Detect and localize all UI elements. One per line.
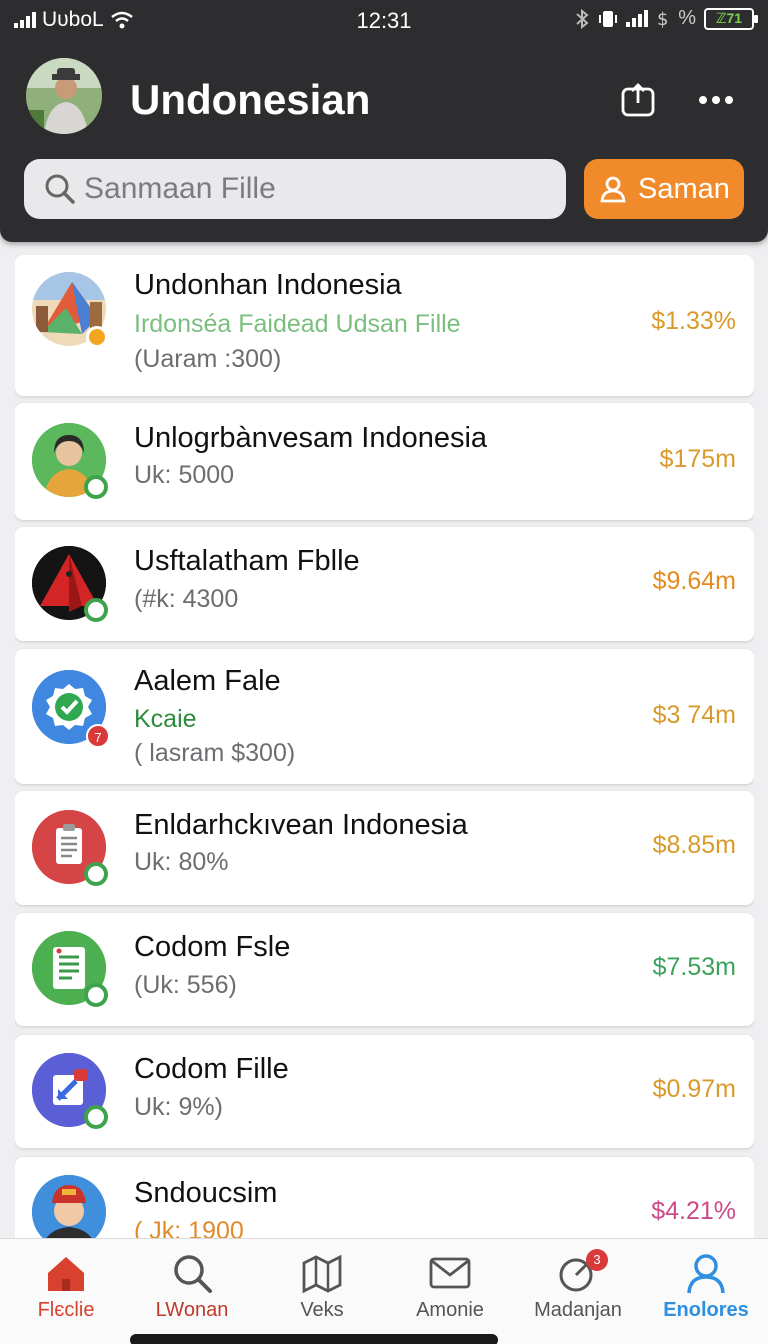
item-icon: 7 — [32, 670, 110, 748]
bottom-tab-bar: Flєclie LWonan Veks Amonie 3 Madanjan En… — [0, 1238, 768, 1344]
tab-label: Veks — [300, 1299, 344, 1321]
notification-badge: 7 — [86, 724, 110, 748]
item-title: Sndoucsim — [134, 1177, 278, 1209]
status-badge — [86, 326, 108, 348]
item-subtitle: Uk: 9%) — [134, 1093, 223, 1121]
item-title: Undonhan Indonesia — [134, 269, 402, 301]
tab-activity[interactable]: 3 Madanjan — [514, 1239, 642, 1344]
list-item[interactable]: Usftalatham Fblle (#k: 4300 $9.64m — [15, 527, 754, 641]
list-item[interactable]: Unlogrbànvesam Indonesia Uk: 5000 $175m — [15, 403, 754, 520]
item-price: $3 74m — [652, 701, 736, 729]
item-price: $8.85m — [652, 831, 736, 859]
search-icon — [45, 174, 75, 204]
tab-label: LWonan — [155, 1299, 229, 1321]
item-icon — [32, 931, 108, 1007]
profile-photo — [26, 58, 102, 134]
item-price: $175m — [659, 445, 736, 473]
saman-button-label: Saman — [638, 172, 730, 205]
tab-label: Enolores — [663, 1299, 749, 1321]
app-header: UᴜbᴏL 12:31 $ % ℤ71 Undonesian Sanmaan F… — [0, 0, 768, 242]
battery-icon: ℤ71 — [704, 7, 758, 30]
item-icon — [32, 546, 108, 622]
profile-icon — [687, 1254, 725, 1294]
tab-profile[interactable]: Enolores — [642, 1239, 768, 1344]
item-title: Unlogrbànvesam Indonesia — [134, 422, 488, 454]
status-bar: UᴜbᴏL 12:31 $ % ℤ71 — [0, 0, 768, 40]
home-icon — [48, 1257, 84, 1291]
item-title: Codom Fsle — [134, 931, 291, 963]
search-icon — [174, 1255, 212, 1293]
online-status-dot — [84, 983, 108, 1007]
tab-label: Madanjan — [534, 1299, 622, 1321]
tab-mail[interactable]: Amonie — [386, 1239, 514, 1344]
cartoon-avatar-icon — [32, 1175, 106, 1240]
battery-percent-glyph: % — [678, 7, 696, 29]
item-price: $7.53m — [652, 953, 736, 981]
item-icon — [32, 1175, 106, 1240]
item-subtitle: Irdonséa Faidead Udsan Fille — [134, 310, 461, 338]
item-meta: ( lasram $300) — [134, 739, 296, 767]
item-icon — [32, 810, 108, 886]
item-icon — [32, 423, 108, 499]
online-status-dot — [84, 862, 108, 886]
item-subtitle: (Uk: 556) — [134, 971, 237, 999]
online-status-dot — [84, 598, 108, 622]
item-price: $9.64m — [652, 567, 736, 595]
item-price: $0.97m — [652, 1075, 736, 1103]
list-item[interactable]: Sndoucsim ( Jk: 1900 $4.21% — [15, 1157, 754, 1240]
item-subtitle: ( Jk: 1900 — [134, 1217, 244, 1240]
bluetooth-icon — [576, 8, 589, 29]
item-title: Codom Fille — [134, 1053, 289, 1085]
data-icon: $ — [657, 9, 668, 30]
file-list: Undonhan Indonesia Irdonséa Faidead Udsa… — [15, 255, 754, 1240]
item-title: Usftalatham Fblle — [134, 545, 360, 577]
notification-badge: 3 — [586, 1249, 608, 1271]
user-icon — [600, 176, 626, 203]
battery-level: ℤ71 — [715, 10, 743, 26]
tab-home[interactable]: Flєclie — [2, 1239, 130, 1344]
page-title: Undonesian — [130, 76, 371, 123]
map-icon — [302, 1254, 342, 1294]
tab-label: Flєclie — [37, 1299, 95, 1321]
list-item[interactable]: 7 Aalem Fale Kcaie ( lasram $300) $3 74m — [15, 649, 754, 784]
mail-icon — [429, 1257, 471, 1289]
avatar[interactable] — [26, 58, 102, 134]
item-subtitle: Uk: 80% — [134, 848, 229, 876]
saman-button[interactable]: Saman — [584, 159, 744, 219]
search-bar[interactable] — [24, 159, 566, 219]
item-icon — [32, 272, 108, 348]
tab-label: Amonie — [416, 1299, 484, 1321]
online-status-dot — [84, 475, 108, 499]
share-button[interactable] — [616, 78, 660, 122]
svg-text:$: $ — [657, 9, 668, 30]
online-status-dot — [84, 1105, 108, 1129]
item-subtitle: (#k: 4300 — [134, 585, 239, 613]
item-subtitle: Uk: 5000 — [134, 461, 235, 489]
item-title: Aalem Fale — [134, 665, 281, 697]
search-input[interactable] — [84, 172, 524, 206]
item-title: Enldarhckıvean Indonesia — [134, 809, 468, 841]
cell-signal-icon — [626, 9, 649, 27]
tab-map[interactable]: Veks — [258, 1239, 386, 1344]
share-icon — [621, 83, 655, 117]
vibrate-icon — [599, 10, 618, 27]
list-item[interactable]: Codom Fsle (Uk: 556) $7.53m — [15, 913, 754, 1026]
item-price: $4.21% — [651, 1197, 736, 1225]
list-item[interactable]: Codom Fille Uk: 9%) $0.97m — [15, 1035, 754, 1148]
item-subtitle: Kcaie — [134, 705, 197, 733]
item-icon — [32, 1053, 108, 1129]
item-meta: (Uaram :300) — [134, 345, 282, 373]
list-item[interactable]: Undonhan Indonesia Irdonséa Faidead Udsa… — [15, 255, 754, 396]
more-icon — [699, 96, 733, 104]
home-indicator — [130, 1334, 498, 1344]
more-options-button[interactable] — [694, 78, 738, 122]
item-price: $1.33% — [651, 307, 736, 335]
tab-search[interactable]: LWonan — [128, 1239, 256, 1344]
list-item[interactable]: Enldarhckıvean Indonesia Uk: 80% $8.85m — [15, 791, 754, 905]
